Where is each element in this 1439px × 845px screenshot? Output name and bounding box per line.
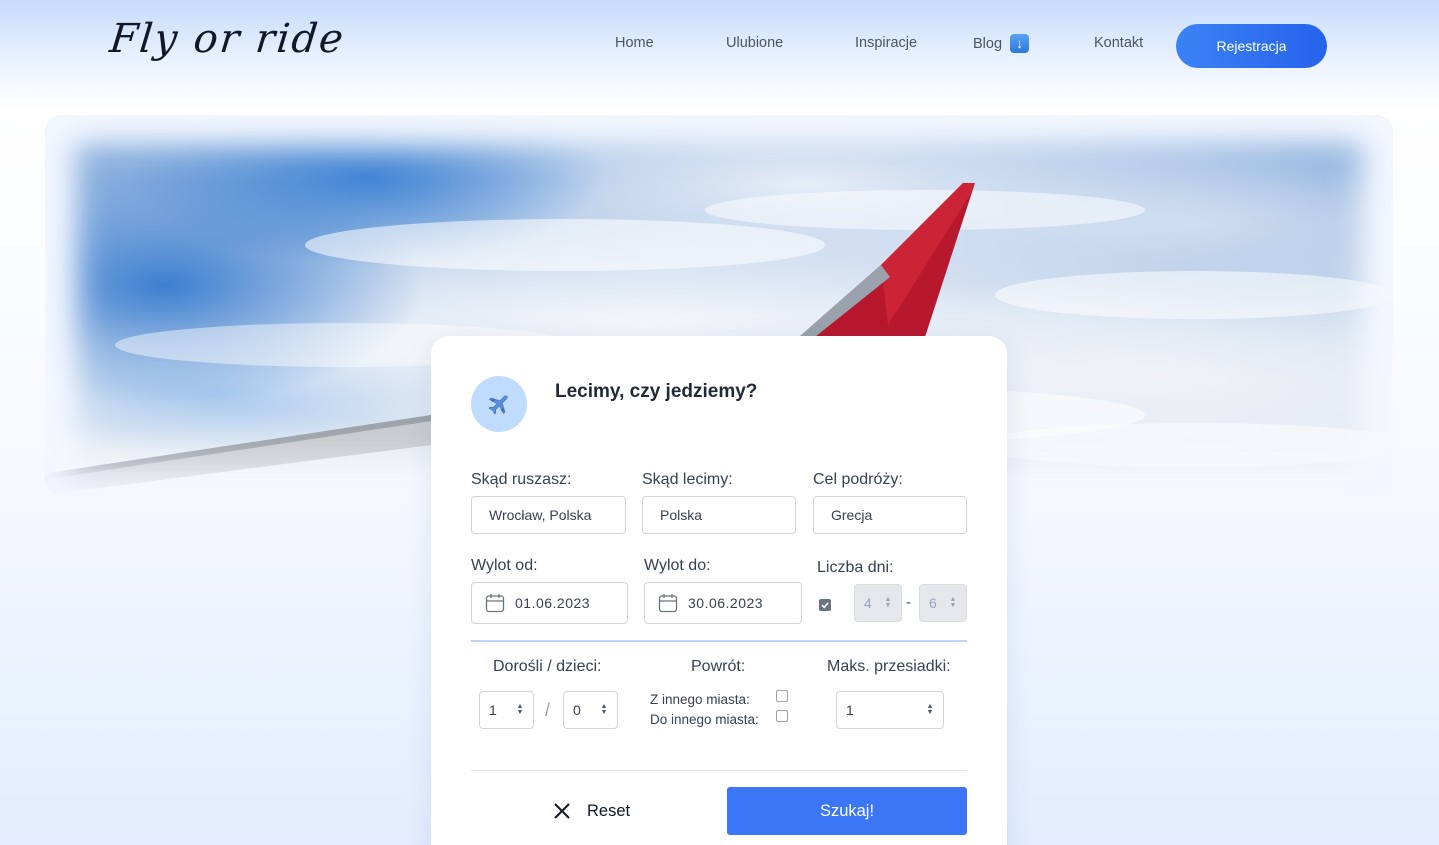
depart-to-value: 30.06.2023 — [688, 595, 764, 611]
nav-favorites[interactable]: Ulubione — [726, 35, 783, 51]
logo[interactable]: Fly or ride — [108, 16, 348, 62]
return-from-other-city-checkbox[interactable] — [776, 690, 788, 702]
fly-from-label: Skąd lecimy: — [642, 471, 733, 488]
stepper-icon: ▲ ▼ — [884, 596, 892, 609]
passengers-separator: / — [545, 700, 551, 720]
destination-input[interactable]: Grecja — [813, 496, 967, 534]
section-divider — [471, 640, 967, 642]
reset-button[interactable]: Reset — [553, 798, 630, 824]
header: Fly or ride Home Ulubione Inspiracje Blo… — [0, 0, 1439, 95]
children-value: 0 — [573, 702, 581, 718]
arrow-down-icon: ↓ — [1010, 34, 1030, 53]
destination-label: Cel podróży: — [813, 471, 903, 488]
adults-value: 1 — [489, 702, 497, 718]
children-input[interactable]: 0 ▲ ▼ — [563, 691, 618, 729]
nav-contact[interactable]: Kontakt — [1094, 35, 1143, 51]
fly-from-input[interactable]: Polska — [642, 496, 796, 534]
adults-input[interactable]: 1 ▲ ▼ — [479, 691, 534, 729]
stepper-icon: ▲ ▼ — [926, 703, 934, 716]
return-to-other-city-label: Do innego miasta: — [650, 712, 759, 727]
max-stops-value: 1 — [846, 702, 854, 718]
days-separator: - — [906, 594, 911, 611]
nav-blog-label: Blog — [973, 35, 1003, 52]
max-stops-label: Maks. przesiadki: — [827, 658, 951, 675]
stepper-icon: ▲ ▼ — [949, 596, 957, 609]
depart-to-input[interactable]: 30.06.2023 — [644, 582, 802, 624]
calendar-icon — [485, 594, 505, 613]
check-icon — [821, 602, 829, 609]
stepper-icon: ▲ ▼ — [516, 703, 524, 716]
days-label: Liczba dni: — [817, 559, 894, 576]
return-to-other-city-checkbox[interactable] — [776, 710, 788, 722]
depart-to-label: Wylot do: — [644, 557, 711, 574]
depart-from-value: 01.06.2023 — [515, 595, 591, 611]
nav-blog[interactable]: Blog ↓ — [973, 34, 1030, 53]
depart-from-input[interactable]: 01.06.2023 — [471, 582, 628, 624]
days-max-value: 6 — [929, 595, 937, 611]
calendar-icon — [658, 594, 678, 613]
from-input[interactable]: Wrocław, Polska — [471, 496, 626, 534]
reset-label: Reset — [587, 801, 631, 820]
days-min-input[interactable]: 4 ▲ ▼ — [854, 584, 902, 622]
days-max-input[interactable]: 6 ▲ ▼ — [919, 584, 967, 622]
max-stops-input[interactable]: 1 ▲ ▼ — [836, 691, 944, 729]
return-from-other-city-label: Z innego miasta: — [650, 692, 750, 707]
days-enabled-checkbox[interactable] — [819, 599, 831, 611]
nav-inspirations[interactable]: Inspiracje — [855, 35, 917, 51]
search-button[interactable]: Szukaj! — [727, 787, 967, 835]
airplane-icon — [471, 376, 527, 432]
register-button[interactable]: Rejestracja — [1176, 24, 1327, 68]
stepper-icon: ▲ ▼ — [600, 703, 608, 716]
days-min-value: 4 — [864, 595, 872, 611]
actions-divider — [471, 770, 967, 771]
card-title: Lecimy, czy jedziemy? — [555, 381, 758, 402]
depart-from-label: Wylot od: — [471, 557, 538, 574]
close-icon — [554, 803, 570, 819]
nav-home[interactable]: Home — [615, 35, 654, 51]
return-label: Powrót: — [691, 658, 746, 675]
passengers-label: Dorośli / dzieci: — [493, 658, 602, 675]
from-label: Skąd ruszasz: — [471, 471, 572, 488]
search-card: Lecimy, czy jedziemy? Skąd ruszasz: Wroc… — [431, 336, 1007, 845]
